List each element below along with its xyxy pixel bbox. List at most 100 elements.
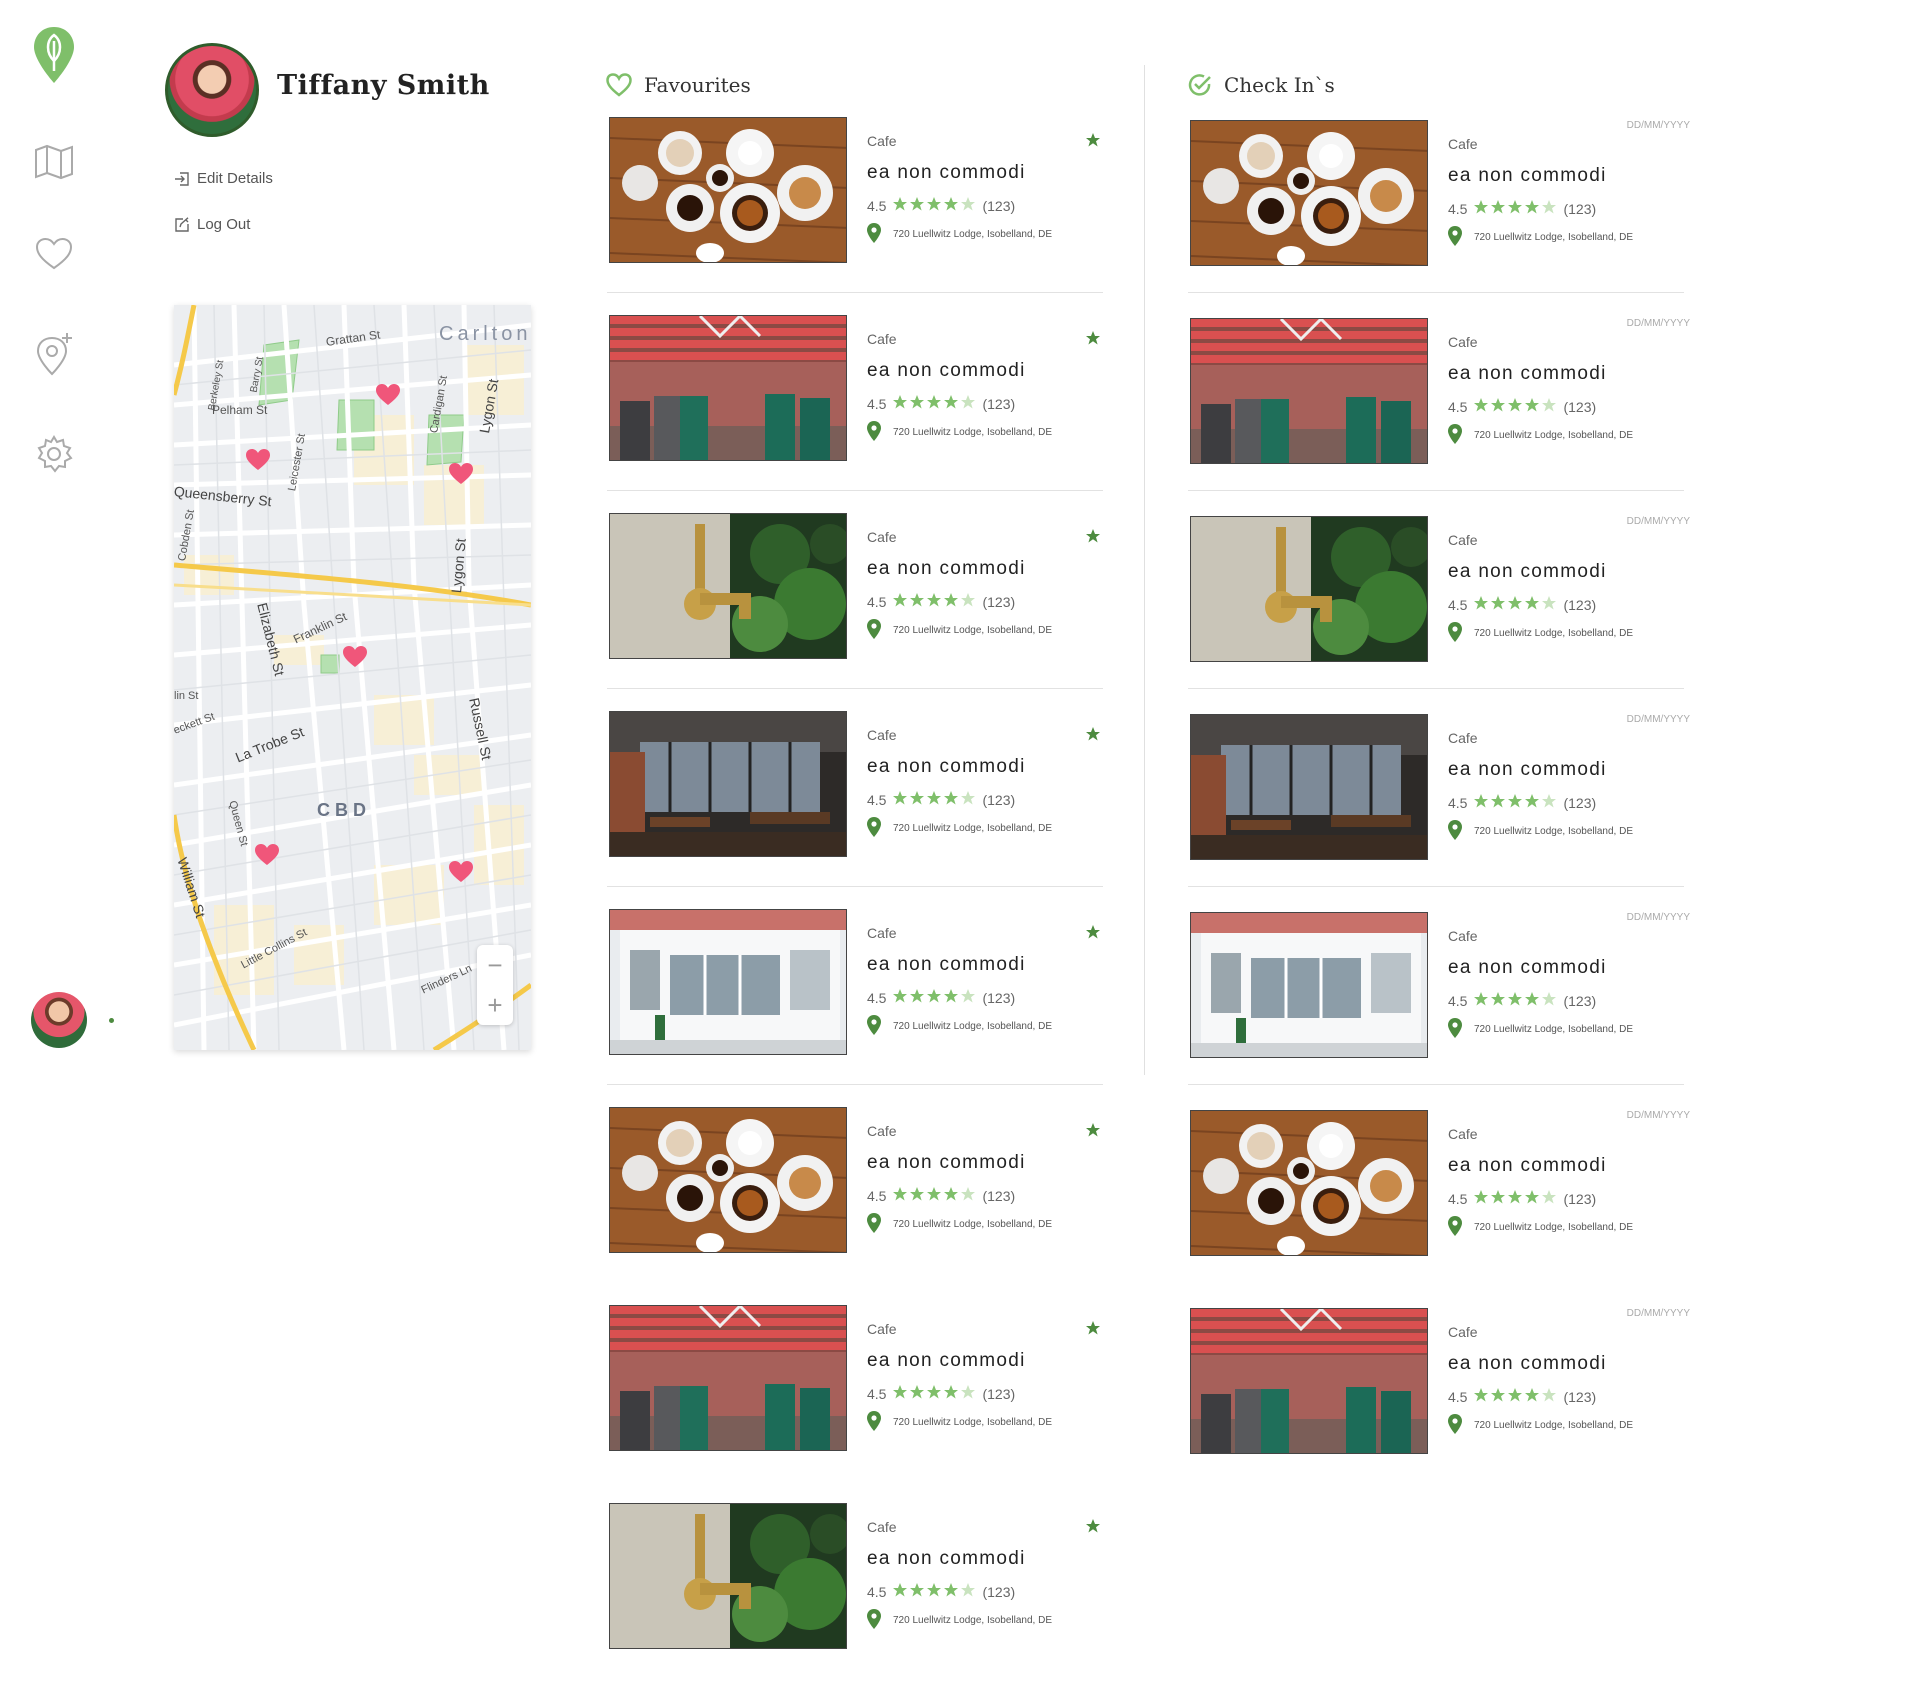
map-favourite-marker[interactable] [245,448,271,472]
map-favourite-marker[interactable] [342,645,368,669]
place-photo[interactable] [609,1305,847,1451]
star-icon [909,1384,925,1403]
place-name[interactable]: ea non commodi [867,1350,1026,1372]
settings-icon[interactable] [30,430,78,478]
favourites-map[interactable]: Carlton Grattan St Berkeley St Barry St … [174,305,531,1050]
place-photo[interactable] [1190,318,1428,464]
star-icon [1490,1189,1506,1208]
place-category: Cafe [867,331,897,347]
star-icon [1541,199,1557,218]
place-name[interactable]: ea non commodi [867,360,1026,382]
place-address: 720 Luellwitz Lodge, Isobelland, DE [893,1219,1052,1230]
favourite-star-icon[interactable] [1085,1518,1101,1539]
location-row: 720 Luellwitz Lodge, Isobelland, DE [867,817,1052,840]
place-photo[interactable] [609,909,847,1055]
place-address: 720 Luellwitz Lodge, Isobelland, DE [1474,1024,1633,1035]
favourite-card[interactable]: Cafe ea non commodi 4.5 (123) 720 Luellwitz … [609,1107,1109,1257]
map-icon[interactable] [30,138,78,186]
place-name[interactable]: ea non commodi [867,558,1026,580]
checkin-card[interactable]: Cafe ea non commodi 4.5 (123) 720 Luellwitz … [1188,714,1690,887]
favourite-star-icon[interactable] [1085,1320,1101,1341]
zoom-in-button[interactable]: + [477,985,513,1025]
place-name[interactable]: ea non commodi [867,1548,1026,1570]
place-name[interactable]: ea non commodi [867,162,1026,184]
location-row: 720 Luellwitz Lodge, Isobelland, DE [867,1411,1052,1434]
place-photo[interactable] [1190,1110,1428,1256]
rating-row: 4.5 (123) [1448,1189,1596,1208]
place-name[interactable]: ea non commodi [1448,957,1607,979]
log-out-link[interactable]: Log Out [174,216,250,233]
favourite-star-icon[interactable] [1085,132,1101,153]
star-icon [1490,199,1506,218]
map-favourite-marker[interactable] [254,843,280,867]
place-name[interactable]: ea non commodi [1448,759,1607,781]
place-category: Cafe [867,925,897,941]
checkin-card[interactable]: Cafe ea non commodi 4.5 (123) 720 Luellwitz … [1188,318,1690,491]
place-name[interactable]: ea non commodi [1448,561,1607,583]
star-icon [926,790,942,809]
place-photo[interactable] [609,1503,847,1649]
rating-value: 4.5 [867,395,887,412]
place-address: 720 Luellwitz Lodge, Isobelland, DE [893,625,1052,636]
checkin-card[interactable]: Cafe ea non commodi 4.5 (123) 720 Luellwitz … [1188,912,1690,1085]
checkin-card[interactable]: Cafe ea non commodi 4.5 (123) 720 Luellwitz … [1190,1308,1690,1458]
checkin-card[interactable]: Cafe ea non commodi 4.5 (123) 720 Luellwitz … [1188,120,1690,293]
place-name[interactable]: ea non commodi [867,756,1026,778]
place-photo[interactable] [1190,912,1428,1058]
star-icon [960,592,976,611]
favourite-star-icon[interactable] [1085,924,1101,945]
rating-value: 4.5 [1448,1388,1468,1405]
checkin-card[interactable]: Cafe ea non commodi 4.5 (123) 720 Luellwitz … [1188,516,1690,689]
card-separator [1188,1084,1684,1085]
rating-stars [892,196,976,215]
place-photo[interactable] [1190,1308,1428,1454]
map-favourite-marker[interactable] [448,462,474,486]
place-address: 720 Luellwitz Lodge, Isobelland, DE [1474,430,1633,441]
heart-icon[interactable] [30,230,78,278]
place-photo[interactable] [1190,714,1428,860]
rating-stars [1473,1189,1557,1208]
favourite-star-icon[interactable] [1085,528,1101,549]
favourite-card[interactable]: Cafe ea non commodi 4.5 (123) 720 Luellwitz … [607,315,1109,491]
user-avatar-small[interactable] [31,992,87,1048]
favourite-card[interactable]: Cafe ea non commodi 4.5 (123) 720 Luellwitz … [607,909,1109,1085]
place-photo[interactable] [609,315,847,461]
checkin-card[interactable]: Cafe ea non commodi 4.5 (123) 720 Luellwitz … [1190,1110,1690,1260]
favourite-card[interactable]: Cafe ea non commodi 4.5 (123) 720 Luellwitz … [609,1503,1109,1653]
card-separator [607,292,1103,293]
rating-value: 4.5 [867,593,887,610]
map-favourite-marker[interactable] [375,383,401,407]
place-photo[interactable] [1190,120,1428,266]
place-name[interactable]: ea non commodi [1448,1353,1607,1375]
location-pin-icon [1448,1414,1462,1437]
rating-stars [1473,1387,1557,1406]
place-address: 720 Luellwitz Lodge, Isobelland, DE [1474,232,1633,243]
edit-details-link[interactable]: Edit Details [174,170,273,187]
location-add-icon[interactable] [30,330,78,378]
place-name[interactable]: ea non commodi [867,1152,1026,1174]
favourite-card[interactable]: Cafe ea non commodi 4.5 (123) 720 Luellwitz … [609,1305,1109,1455]
place-name[interactable]: ea non commodi [1448,165,1607,187]
rating-stars [1473,595,1557,614]
place-photo[interactable] [609,513,847,659]
favourite-star-icon[interactable] [1085,1122,1101,1143]
place-photo[interactable] [609,711,847,857]
rating-stars [892,988,976,1007]
place-photo[interactable] [609,1107,847,1253]
favourite-card[interactable]: Cafe ea non commodi 4.5 (123) 720 Luellwitz … [607,513,1109,689]
place-photo[interactable] [609,117,847,263]
place-name[interactable]: ea non commodi [1448,363,1607,385]
place-photo[interactable] [1190,516,1428,662]
favourite-card[interactable]: Cafe ea non commodi 4.5 (123) 720 Luellwitz … [607,711,1109,887]
favourite-star-icon[interactable] [1085,330,1101,351]
favourite-star-icon[interactable] [1085,726,1101,747]
place-name[interactable]: ea non commodi [867,954,1026,976]
map-favourite-marker[interactable] [448,860,474,884]
zoom-out-button[interactable]: − [477,945,513,985]
location-row: 720 Luellwitz Lodge, Isobelland, DE [867,421,1052,444]
checkin-date: DD/MM/YYYY [1626,912,1690,923]
favourite-card[interactable]: Cafe ea non commodi 4.5 (123) 720 Luellwitz … [607,117,1109,293]
map-label-lin: lin St [174,690,199,702]
home-leaf-icon[interactable] [30,27,78,83]
place-name[interactable]: ea non commodi [1448,1155,1607,1177]
